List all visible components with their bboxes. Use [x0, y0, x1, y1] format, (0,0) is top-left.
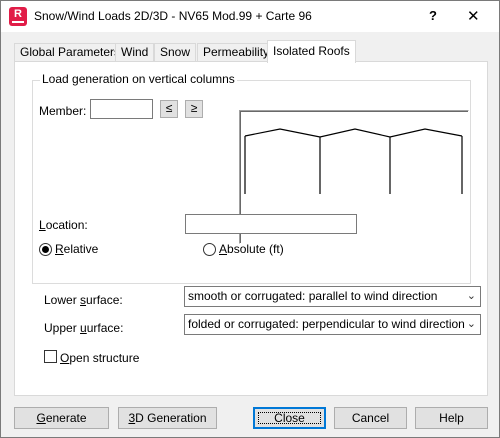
chevron-down-icon: ⌄ — [466, 290, 476, 302]
lower-surface-value: smooth or corrugated: parallel to wind d… — [188, 289, 438, 303]
dialog-window: R Snow/Wind Loads 2D/3D - NV65 Mod.99 + … — [0, 0, 500, 438]
upper-surface-label: Upper uurface: — [44, 321, 124, 335]
close-button[interactable]: Close — [253, 407, 326, 429]
tab-global-parameters[interactable]: Global Parameters — [14, 43, 127, 62]
relative-radio[interactable] — [39, 243, 52, 256]
load-generation-group: Member: ≤ ≥ Location: Relative Absolute … — [32, 80, 471, 284]
member-label: Member: — [39, 104, 87, 118]
absolute-label: Absolute (ft) — [219, 242, 284, 256]
chevron-down-icon: ⌄ — [466, 318, 476, 330]
help-title-button[interactable]: ? — [429, 8, 437, 23]
roof-outline — [244, 128, 463, 138]
relative-label: Relative — [55, 242, 99, 256]
window-title: Snow/Wind Loads 2D/3D - NV65 Mod.99 + Ca… — [34, 9, 312, 23]
next-member-button[interactable]: ≥ — [185, 100, 203, 118]
help-button[interactable]: Help — [415, 407, 488, 429]
generate-button[interactable]: Generate — [14, 407, 109, 429]
open-structure-label: Open structure — [60, 351, 140, 365]
tab-snow[interactable]: Snow — [154, 43, 197, 62]
member-input[interactable] — [90, 99, 153, 119]
upper-surface-dropdown[interactable]: folded or corrugated: perpendicular to w… — [184, 314, 481, 335]
previous-member-button[interactable]: ≤ — [160, 100, 178, 118]
lower-surface-dropdown[interactable]: smooth or corrugated: parallel to wind d… — [184, 286, 481, 307]
load-generation-title: Load generation on vertical columns — [40, 72, 237, 86]
upper-surface-value: folded or corrugated: perpendicular to w… — [188, 317, 465, 331]
absolute-radio[interactable] — [203, 243, 216, 256]
tab-wind[interactable]: Wind — [115, 43, 155, 62]
location-label: Location: — [39, 218, 88, 232]
title-bar: R Snow/Wind Loads 2D/3D - NV65 Mod.99 + … — [1, 1, 499, 32]
tab-permeability[interactable]: Permeability — [197, 43, 276, 62]
location-input[interactable] — [185, 214, 357, 234]
app-icon-letter: R — [14, 8, 22, 20]
lower-surface-label: Lower surface: — [44, 293, 123, 307]
app-icon: R — [9, 7, 27, 26]
cancel-button[interactable]: Cancel — [334, 407, 407, 429]
3d-generation-button[interactable]: 3D Generation — [118, 407, 217, 429]
tab-isolated-roofs[interactable]: Isolated Roofs — [267, 40, 356, 63]
isolated-roofs-panel: Member: ≤ ≥ Location: Relative Absolute … — [14, 61, 488, 396]
close-icon[interactable]: ✕ — [467, 7, 480, 25]
open-structure-checkbox[interactable] — [44, 350, 57, 363]
